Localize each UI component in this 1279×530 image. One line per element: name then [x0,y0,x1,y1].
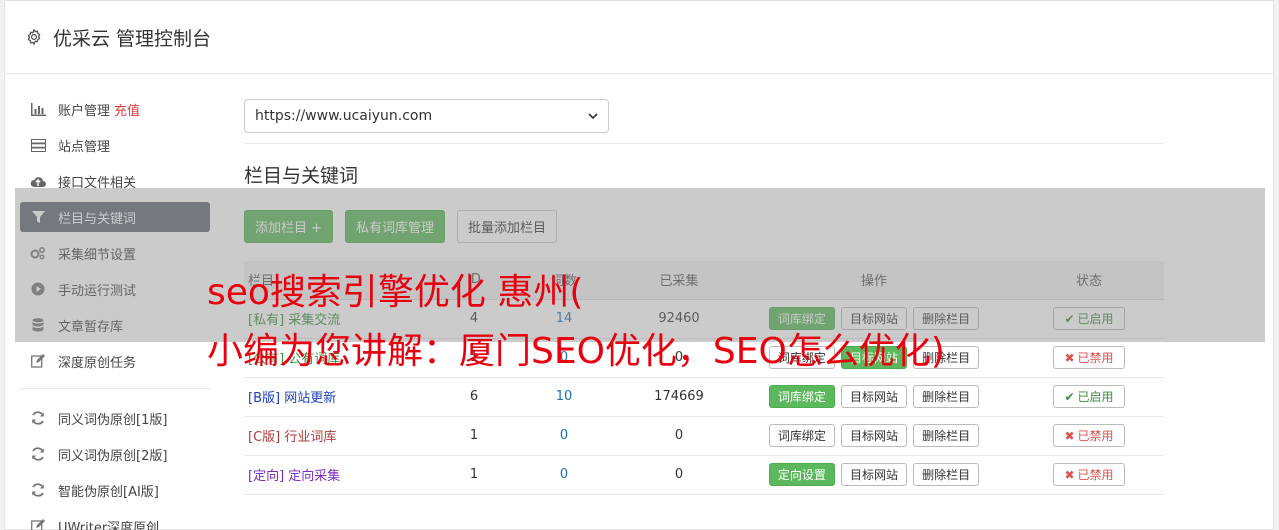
table-row: [定向] 定向采集 1 0 0 定向设置 目标网站 删除栏目 ✖ 已禁用 [244,455,1164,495]
column-ops: 词库绑定 目标网站 删除栏目 [734,377,1014,417]
sidebar-item-label: 深度原创任务 [58,355,137,371]
check-icon: ✔ [1064,389,1075,404]
column-status: ✖ 已禁用 [1014,455,1164,495]
column-count[interactable]: 10 [504,377,624,417]
bind-lib-button[interactable]: 词库绑定 [768,424,835,447]
chevron-down-icon [588,113,598,120]
table-row: [B版] 网站更新 6 10 174669 词库绑定 目标网站 删除栏目 ✔ 已启… [244,377,1164,417]
refresh-icon [30,410,46,426]
section-title: 栏目与关键词 [244,165,359,187]
delete-column-button[interactable]: 删除栏目 [913,463,980,486]
sidebar-item-label: UWriter深度原创 [58,520,160,530]
column-count[interactable]: 0 [504,455,624,495]
sidebar-item-label: 账户管理 [58,103,111,119]
column-name[interactable]: [定向] 定向采集 [244,455,444,495]
bind-lib-button[interactable]: 词库绑定 [768,385,835,408]
target-site-button[interactable]: 目标网站 [840,385,907,408]
sidebar-item-uwriter[interactable]: UWriter深度原创 [20,511,210,530]
sidebar-item-label: 同义词伪原创[1版] [58,412,168,428]
sidebar-item-account[interactable]: 账户管理 充值 [20,94,210,124]
column-collected: 0 [624,455,734,495]
bar-chart-icon [30,101,46,117]
cloud-upload-icon [30,173,46,189]
sidebar-item-sites[interactable]: 站点管理 [20,130,210,160]
target-site-button[interactable]: 目标网站 [840,463,907,486]
site-select-value: https://www.ucaiyun.com [255,108,433,124]
sidebar-divider [20,388,210,389]
sidebar-item-label: 站点管理 [58,139,111,155]
column-count[interactable]: 0 [504,416,624,456]
target-site-button[interactable]: 目标网站 [840,424,907,447]
overlay-title-line-2: 小编为您讲解：厦门SEO优化，SEO怎么优化) [207,331,945,372]
column-collected: 0 [624,416,734,456]
close-icon: ✖ [1064,428,1075,443]
sidebar-item-synonym-v1[interactable]: 同义词伪原创[1版] [20,403,210,433]
server-icon [30,137,46,153]
directed-settings-button[interactable]: 定向设置 [768,463,835,486]
refresh-icon [30,446,46,462]
table-row: [C版] 行业词库 1 0 0 词库绑定 目标网站 删除栏目 ✖ 已禁用 [244,416,1164,456]
column-status: ✖ 已禁用 [1014,338,1164,378]
status-disabled-button[interactable]: ✖ 已禁用 [1053,424,1125,447]
site-select[interactable]: https://www.ucaiyun.com [244,99,609,133]
column-status: ✖ 已禁用 [1014,416,1164,456]
sidebar-item-label: 同义词伪原创[2版] [58,448,168,464]
refresh-icon [30,482,46,498]
edit-icon [30,353,46,369]
delete-column-button[interactable]: 删除栏目 [913,385,980,408]
status-disabled-button[interactable]: ✖ 已禁用 [1053,346,1125,369]
status-enabled-button[interactable]: ✔ 已启用 [1053,385,1125,408]
close-icon: ✖ [1064,467,1075,482]
delete-column-button[interactable]: 删除栏目 [913,424,980,447]
sidebar-item-deep-original[interactable]: 深度原创任务 [20,346,210,376]
status-disabled-button[interactable]: ✖ 已禁用 [1053,463,1125,486]
sidebar-item-label: 智能伪原创[AI版] [58,484,159,500]
sidebar-item-ai-original[interactable]: 智能伪原创[AI版] [20,475,210,505]
edit-icon [30,518,46,530]
column-ops: 词库绑定 目标网站 删除栏目 [734,416,1014,456]
panel-header: 优采云 管理控制台 [5,1,1273,74]
close-icon: ✖ [1064,350,1075,365]
column-id: 1 [444,455,504,495]
gear-icon [27,28,41,46]
column-name[interactable]: [C版] 行业词库 [244,416,444,456]
column-name[interactable]: [B版] 网站更新 [244,377,444,417]
page-title: 优采云 管理控制台 [53,27,212,50]
column-id: 1 [444,416,504,456]
column-ops: 定向设置 目标网站 删除栏目 [734,455,1014,495]
divider [244,143,1164,144]
watermark-overlay [15,188,1265,342]
column-collected: 174669 [624,377,734,417]
column-id: 6 [444,377,504,417]
sidebar-item-synonym-v2[interactable]: 同义词伪原创[2版] [20,439,210,469]
overlay-title-line-1: seo搜索引擎优化 惠州( [207,272,584,313]
column-status: ✔ 已启用 [1014,377,1164,417]
recharge-link[interactable]: 充值 [114,100,140,119]
